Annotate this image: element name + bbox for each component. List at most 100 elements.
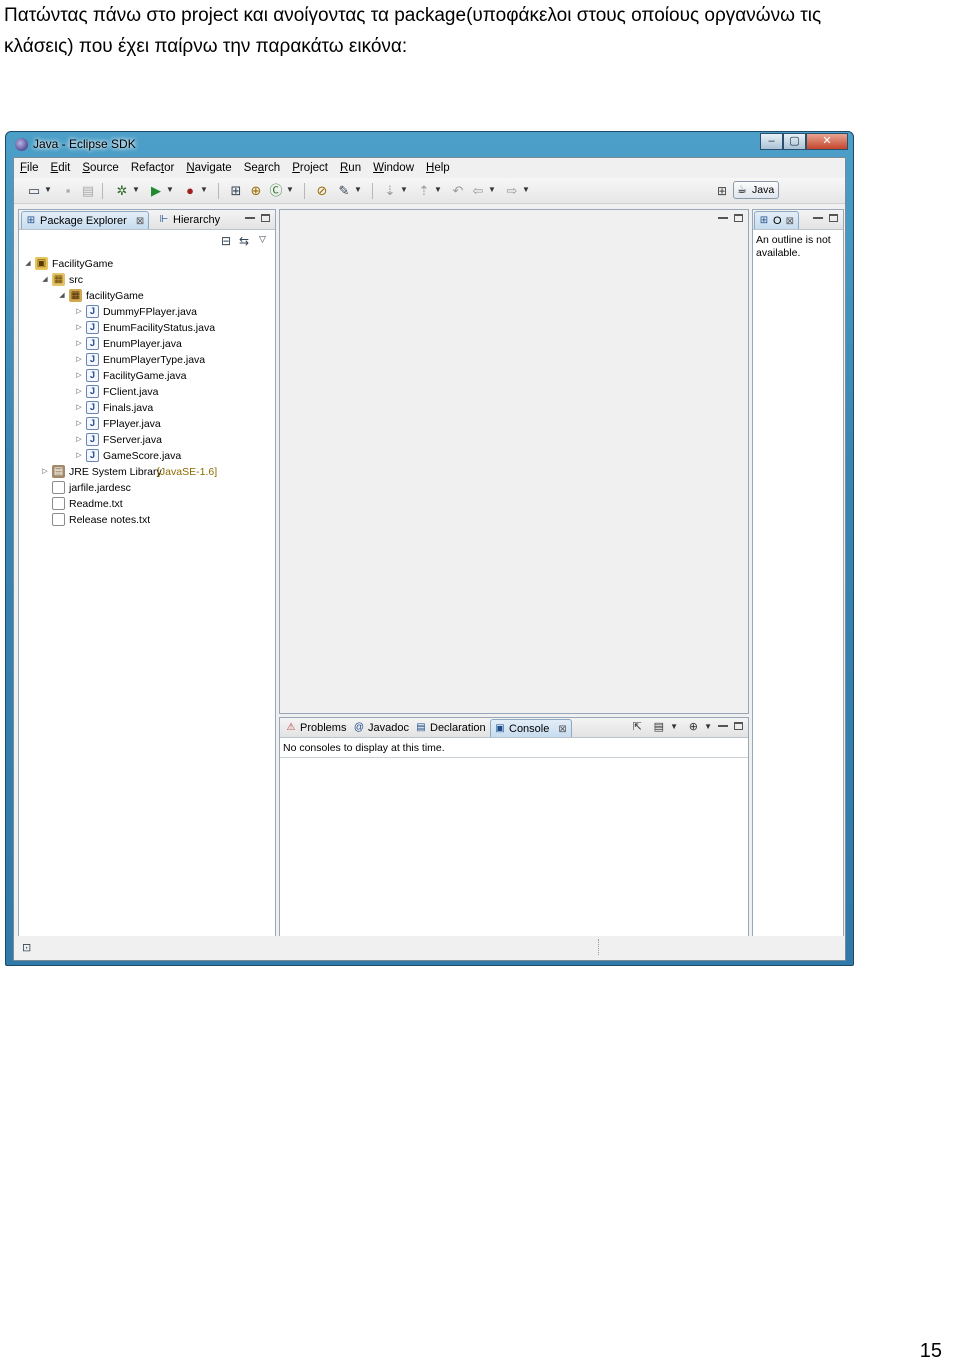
pin-console-icon[interactable]: ⇱	[633, 721, 642, 733]
collapse-all-icon[interactable]: ⊟	[221, 234, 231, 248]
new-java-project-icon[interactable]: ⊞	[228, 184, 244, 198]
window-controls: – ▢ ✕	[760, 133, 848, 150]
tree-item-label: DummyFPlayer.java	[103, 306, 197, 318]
open-console-icon[interactable]: ⊕	[689, 721, 698, 733]
new-class-dropdown-icon[interactable]: ▼	[286, 185, 294, 194]
close-icon[interactable]: ⊠	[558, 724, 566, 735]
expand-icon[interactable]: ▷	[74, 432, 84, 448]
tree-item-label: Finals.java	[103, 402, 154, 414]
previous-annotation-dropdown-icon[interactable]: ▼	[434, 185, 442, 194]
title-bar[interactable]: Java - Eclipse SDK – ▢ ✕	[6, 132, 853, 157]
menu-run[interactable]: Run	[340, 162, 361, 174]
collapse-icon[interactable]: ◢	[40, 272, 50, 288]
run-dropdown-icon[interactable]: ▼	[166, 185, 174, 194]
package-explorer-tabs: ⊞ Package Explorer ⊠ ⊩ Hierarchy	[19, 210, 275, 230]
minimize-pane-icon[interactable]	[718, 721, 728, 733]
project-icon: ▣	[35, 257, 48, 270]
print-icon[interactable]: ▤	[80, 184, 96, 198]
save-icon[interactable]: ▪	[60, 184, 76, 198]
collapse-icon[interactable]: ◢	[23, 256, 33, 272]
new-package-icon[interactable]: ⊕	[248, 184, 264, 198]
package-icon: ▦	[69, 289, 82, 302]
minimize-button[interactable]: –	[760, 133, 783, 150]
display-console-dropdown-icon[interactable]: ▼	[670, 721, 678, 733]
page-number: 15	[919, 1340, 942, 1362]
maximize-pane-icon[interactable]	[734, 721, 743, 733]
javadoc-icon: @	[353, 722, 365, 733]
open-type-icon[interactable]: ⊘	[314, 184, 330, 198]
menu-help[interactable]: Help	[426, 162, 450, 174]
external-tools-icon[interactable]: ●	[182, 184, 198, 198]
back-icon[interactable]: ⇦	[470, 184, 486, 198]
tab-console[interactable]: ▣ Console ⊠	[490, 719, 572, 737]
open-perspective-icon[interactable]: ⊞	[717, 184, 727, 198]
tree-item-label: FClient.java	[103, 386, 159, 398]
minimize-pane-icon[interactable]	[813, 213, 823, 225]
debug-icon[interactable]: ✲	[114, 184, 130, 198]
console-pane: ⚠ Problems @ Javadoc ▤ Declaration ▣ Con…	[279, 717, 749, 938]
tab-problems[interactable]: ⚠ Problems	[282, 719, 350, 737]
new-icon[interactable]: ▭	[26, 184, 42, 198]
menu-edit[interactable]: Edit	[51, 162, 71, 174]
search-icon[interactable]: ✎	[336, 184, 352, 198]
maximize-pane-icon[interactable]	[734, 213, 743, 225]
tab-outline[interactable]: ⊞ O ⊠	[754, 211, 800, 229]
expand-icon[interactable]: ▷	[74, 400, 84, 416]
external-tools-dropdown-icon[interactable]: ▼	[200, 185, 208, 194]
maximize-pane-icon[interactable]	[829, 213, 838, 225]
new-dropdown-icon[interactable]: ▼	[44, 185, 52, 194]
last-edit-icon[interactable]: ↶	[450, 184, 466, 198]
package-explorer-icon: ⊞	[26, 215, 36, 226]
expand-icon[interactable]: ▷	[74, 352, 84, 368]
expand-icon[interactable]: ▷	[74, 336, 84, 352]
expand-icon[interactable]: ▷	[74, 320, 84, 336]
expand-icon[interactable]: ▷	[74, 416, 84, 432]
tab-hierarchy[interactable]: ⊩ Hierarchy	[155, 211, 224, 229]
menu-project-text-post: roject	[299, 162, 328, 174]
view-menu-icon[interactable]: ▽	[259, 234, 266, 245]
menu-window[interactable]: Window	[373, 162, 414, 174]
close-button[interactable]: ✕	[806, 133, 848, 150]
next-annotation-dropdown-icon[interactable]: ▼	[400, 185, 408, 194]
tab-javadoc[interactable]: @ Javadoc	[350, 719, 413, 737]
expand-icon[interactable]: ▷	[74, 448, 84, 464]
menu-search-text-pre: Se	[243, 162, 258, 174]
forward-dropdown-icon[interactable]: ▼	[522, 185, 530, 194]
maximize-pane-icon[interactable]	[261, 213, 270, 225]
close-icon[interactable]: ⊠	[136, 216, 144, 227]
expand-icon[interactable]: ▷	[40, 464, 50, 480]
back-dropdown-icon[interactable]: ▼	[488, 185, 496, 194]
menu-search[interactable]: Search	[244, 162, 280, 174]
menu-file[interactable]: File	[20, 162, 39, 174]
debug-dropdown-icon[interactable]: ▼	[132, 185, 140, 194]
forward-icon[interactable]: ⇨	[504, 184, 520, 198]
menu-source[interactable]: Source	[82, 162, 118, 174]
fast-view-icon[interactable]: ⊡	[22, 941, 31, 954]
minimize-pane-icon[interactable]	[718, 213, 728, 225]
java-perspective-button[interactable]: ☕ Java	[733, 181, 779, 199]
open-console-dropdown-icon[interactable]: ▼	[704, 721, 712, 733]
expand-icon[interactable]: ▷	[74, 304, 84, 320]
previous-annotation-icon[interactable]: ⇡	[416, 184, 432, 198]
close-icon[interactable]: ⊠	[786, 216, 794, 227]
source-folder-icon: ▦	[52, 273, 65, 286]
new-class-icon[interactable]: Ⓒ	[268, 184, 284, 198]
display-console-icon[interactable]: ▤	[654, 721, 664, 733]
link-with-editor-icon[interactable]: ⇆	[239, 234, 249, 248]
maximize-button[interactable]: ▢	[783, 133, 806, 150]
window-title: Java - Eclipse SDK	[33, 137, 136, 151]
expand-icon[interactable]: ▷	[74, 368, 84, 384]
expand-icon[interactable]: ▷	[74, 384, 84, 400]
editor-area[interactable]	[279, 209, 749, 714]
collapse-icon[interactable]: ◢	[57, 288, 67, 304]
run-icon[interactable]: ▶	[148, 184, 164, 198]
search-dropdown-icon[interactable]: ▼	[354, 185, 362, 194]
menu-project[interactable]: Project	[292, 162, 328, 174]
minimize-pane-icon[interactable]	[245, 213, 255, 225]
tab-package-explorer[interactable]: ⊞ Package Explorer ⊠	[21, 211, 150, 229]
menu-navigate[interactable]: Navigate	[186, 162, 231, 174]
tab-declaration[interactable]: ▤ Declaration	[412, 719, 490, 737]
menu-refactor[interactable]: Refactor	[131, 162, 174, 174]
status-separator	[598, 939, 599, 955]
next-annotation-icon[interactable]: ⇣	[382, 184, 398, 198]
